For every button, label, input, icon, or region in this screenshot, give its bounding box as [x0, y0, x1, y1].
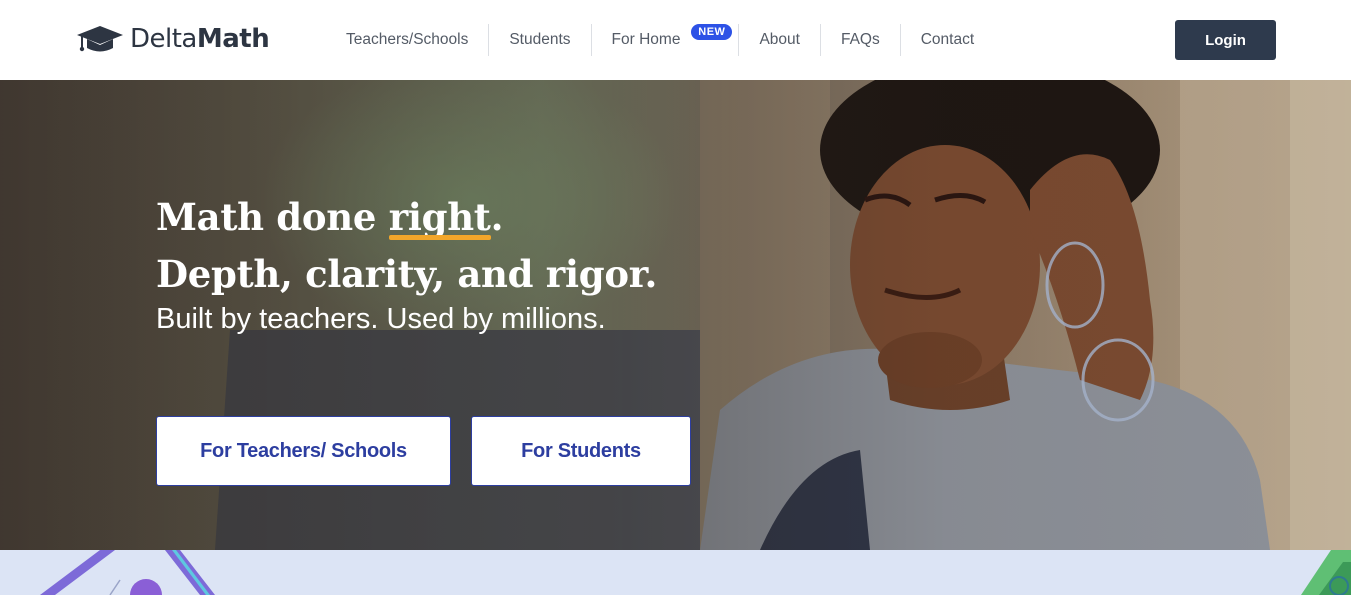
site-header: DeltaMath Teachers/Schools Students For …: [0, 0, 1351, 80]
hero-headline-1-prefix: Math done: [156, 195, 389, 239]
nav-for-home[interactable]: For Home NEW: [592, 24, 740, 56]
hero-section: Math done right. Depth, clarity, and rig…: [0, 80, 1351, 550]
nav-about-label: About: [759, 31, 800, 48]
for-teachers-schools-button[interactable]: For Teachers/ Schools: [156, 416, 451, 486]
decorative-illustration-right: [1301, 550, 1351, 595]
hero-subline: Built by teachers. Used by millions.: [156, 303, 606, 335]
nav-about[interactable]: About: [739, 24, 821, 56]
nav-faqs[interactable]: FAQs: [821, 24, 901, 56]
nav-teachers-schools-label: Teachers/Schools: [346, 31, 469, 48]
login-button[interactable]: Login: [1175, 20, 1276, 60]
highlighted-word: right: [388, 195, 491, 240]
hero-headline-2: Depth, clarity, and rigor.: [156, 252, 658, 296]
nav-contact[interactable]: Contact: [901, 24, 994, 56]
nav-teachers-schools[interactable]: Teachers/Schools: [326, 24, 490, 56]
logo-wordmark-delta: Delta: [130, 24, 197, 54]
features-band: [0, 550, 1351, 595]
new-badge: NEW: [691, 24, 733, 40]
hero-headline-1-suffix: .: [490, 195, 504, 239]
logo-wordmark: DeltaMath: [130, 24, 270, 54]
deltamath-logo[interactable]: DeltaMath: [76, 22, 270, 56]
nav-students[interactable]: Students: [489, 24, 592, 56]
nav-faqs-label: FAQs: [840, 31, 880, 48]
main-nav: Teachers/Schools Students For Home NEW A…: [326, 24, 994, 56]
for-students-button[interactable]: For Students: [471, 416, 691, 486]
decorative-illustration-left: [40, 550, 215, 595]
hero-headline-1: Math done right.: [156, 195, 504, 240]
nav-students-label: Students: [509, 31, 571, 48]
graduation-cap-icon: [77, 26, 123, 52]
nav-for-home-label: For Home: [611, 31, 681, 48]
logo-wordmark-math: Math: [196, 24, 270, 54]
nav-contact-label: Contact: [920, 31, 975, 48]
